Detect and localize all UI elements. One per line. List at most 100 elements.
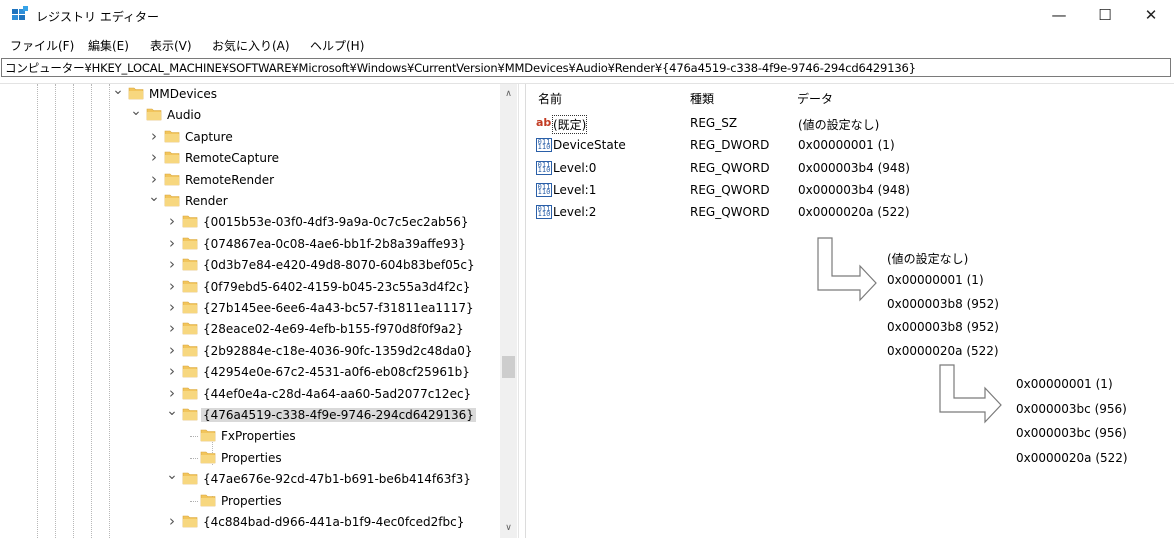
tree-item[interactable]: › {44ef0e4a-c28d-4a64-aa60-5ad2077c12ec} xyxy=(0,384,500,405)
annotation-value: 0x000003bc (956) xyxy=(1016,426,1127,440)
menu-help[interactable]: ヘルプ(H) xyxy=(310,37,364,54)
folder-icon xyxy=(182,301,198,314)
scroll-up-button[interactable]: ∧ xyxy=(500,86,517,103)
tree-item[interactable]: FxProperties xyxy=(0,426,500,447)
folder-icon xyxy=(182,472,198,485)
menu-file[interactable]: ファイル(F) xyxy=(10,37,74,54)
collapse-chevron-icon[interactable]: ⌄ xyxy=(130,104,142,126)
value-row[interactable]: 011 110 Level:0 REG_QWORD 0x000003b4 (948) xyxy=(530,158,1170,180)
tree-item-label: Render xyxy=(185,194,228,208)
value-name: Level:1 xyxy=(553,182,597,197)
annotation-value: 0x0000020a (522) xyxy=(1016,450,1128,465)
folder-icon xyxy=(146,109,162,121)
arrow-1 xyxy=(817,237,877,302)
expand-chevron-icon[interactable]: › xyxy=(166,319,178,340)
tree-item[interactable]: › {0015b53e-03f0-4df3-9a9a-0c7c5ec2ab56} xyxy=(0,212,500,233)
value-data: (値の設定なし) xyxy=(798,118,880,132)
collapse-chevron-icon[interactable]: ⌄ xyxy=(112,84,124,105)
tree-scrollbar[interactable]: ∧ ∨ xyxy=(500,84,517,538)
expand-chevron-icon[interactable]: › xyxy=(166,384,178,405)
expand-chevron-icon[interactable]: › xyxy=(148,148,160,169)
annotation-value: (値の設定なし) xyxy=(887,252,969,266)
value-name: DeviceState xyxy=(553,138,626,153)
maximize-button[interactable]: ☐ xyxy=(1082,0,1128,32)
tree-item-label: {42954e0e-67c2-4531-a0f6-eb08cf25961b} xyxy=(203,365,470,380)
tree-item[interactable]: › {27b145ee-6ee6-4a43-bc57-f31811ea1117} xyxy=(0,298,500,319)
expand-chevron-icon[interactable]: › xyxy=(166,234,178,255)
tree-item[interactable]: › {28eace02-4e69-4efb-b155-f970d8f0f9a2} xyxy=(0,319,500,340)
scroll-thumb[interactable] xyxy=(502,356,515,378)
column-header-name[interactable]: 名前 xyxy=(538,90,562,107)
tree-item-label: RemoteRender xyxy=(185,172,275,187)
collapse-chevron-icon[interactable]: ⌄ xyxy=(166,404,178,426)
menu-view[interactable]: 表示(V) xyxy=(150,37,192,54)
window-title: レジストリ エディター xyxy=(36,10,159,24)
expand-chevron-icon[interactable]: › xyxy=(148,170,160,191)
value-type: REG_QWORD xyxy=(690,182,770,197)
tree-item[interactable]: Properties xyxy=(0,448,500,469)
tree-item[interactable]: › {074867ea-0c08-4ae6-bb1f-2b8a39affe93} xyxy=(0,234,500,255)
expand-chevron-icon[interactable]: › xyxy=(166,362,178,383)
address-path: コンピューター¥HKEY_LOCAL_MACHINE¥SOFTWARE¥Micr… xyxy=(5,61,916,75)
expand-chevron-icon[interactable]: › xyxy=(166,341,178,362)
value-name: Level:2 xyxy=(553,205,597,220)
tree-item-label: RemoteCapture xyxy=(185,151,280,166)
tree-item[interactable]: ⌄ Render xyxy=(0,190,500,212)
tree-item[interactable]: ⌄ Audio xyxy=(0,104,500,126)
expand-chevron-icon[interactable]: › xyxy=(166,212,178,233)
expand-chevron-icon[interactable]: › xyxy=(166,255,178,276)
tree-item-label: {0d3b7e84-e420-49d8-8070-604b83bef05c} xyxy=(203,258,475,273)
value-row[interactable]: 011 110 DeviceState REG_DWORD 0x00000001 (1) xyxy=(530,135,1170,157)
folder-icon xyxy=(182,280,198,292)
tree-item-label: {27b145ee-6ee6-4a43-bc57-f31811ea1117} xyxy=(203,301,474,315)
value-data: 0x000003b4 (948) xyxy=(798,182,910,197)
tree-item-label: {0f79ebd5-6402-4159-b045-23c55a3d4f2c} xyxy=(203,279,471,294)
column-header-type[interactable]: 種類 xyxy=(690,90,714,107)
folder-icon xyxy=(164,130,180,143)
folder-icon xyxy=(164,194,180,207)
tree-item-label: {4c884bad-d966-441a-b1f9-4ec0fced2fbc} xyxy=(203,515,465,529)
expand-chevron-icon[interactable]: › xyxy=(148,127,160,148)
tree-item[interactable]: › {0f79ebd5-6402-4159-b045-23c55a3d4f2c} xyxy=(0,277,500,298)
pane-splitter[interactable] xyxy=(518,84,526,538)
tree-item[interactable]: › {42954e0e-67c2-4531-a0f6-eb08cf25961b} xyxy=(0,362,500,383)
close-button[interactable]: ✕ xyxy=(1128,0,1174,32)
annotation-value: 0x000003bc (956) xyxy=(1016,401,1127,416)
address-bar[interactable]: コンピューター¥HKEY_LOCAL_MACHINE¥SOFTWARE¥Micr… xyxy=(1,58,1171,77)
folder-icon xyxy=(200,494,216,506)
expand-chevron-icon[interactable]: › xyxy=(166,277,178,298)
menu-edit[interactable]: 編集(E) xyxy=(88,37,129,54)
expand-chevron-icon[interactable]: › xyxy=(166,298,178,319)
tree-item[interactable]: › {2b92884e-c18e-4036-90fc-1359d2c48da0} xyxy=(0,341,500,362)
tree-item[interactable]: › RemoteRender xyxy=(0,170,500,191)
folder-icon xyxy=(182,515,198,528)
column-header-data[interactable]: データ xyxy=(797,90,833,107)
folder-icon xyxy=(164,151,180,164)
menu-favorites[interactable]: お気に入り(A) xyxy=(212,37,290,54)
collapse-chevron-icon[interactable]: ⌄ xyxy=(148,190,160,212)
scroll-down-button[interactable]: ∨ xyxy=(500,520,517,537)
folder-icon xyxy=(200,430,216,442)
value-row[interactable]: 011 110 Level:1 REG_QWORD 0x000003b4 (948) xyxy=(530,180,1170,202)
value-type: REG_SZ xyxy=(690,116,738,130)
string-value-icon: ab xyxy=(536,116,552,129)
key-tree[interactable]: ⌄ MMDevices ⌄ Audio › Capture › RemoteCapture › R… xyxy=(0,84,516,538)
tree-item[interactable]: › RemoteCapture xyxy=(0,148,500,169)
tree-item[interactable]: › {4c884bad-d966-441a-b1f9-4ec0fced2fbc} xyxy=(0,512,500,533)
tree-item[interactable]: ⌄ {476a4519-c338-4f9e-9746-294cd6429136} xyxy=(0,404,500,426)
tree-item[interactable]: Properties xyxy=(0,491,500,512)
collapse-chevron-icon[interactable]: ⌄ xyxy=(166,468,178,490)
tree-item-label: {2b92884e-c18e-4036-90fc-1359d2c48da0} xyxy=(203,343,473,358)
value-row[interactable]: ab (既定) REG_SZ (値の設定なし) xyxy=(530,113,1170,135)
tree-item[interactable]: ⌄ MMDevices xyxy=(0,84,500,105)
tree-item[interactable]: › Capture xyxy=(0,127,500,148)
expand-chevron-icon[interactable]: › xyxy=(166,512,178,533)
tree-item[interactable]: ⌄ {47ae676e-92cd-47b1-b691-be6b414f63f3} xyxy=(0,468,500,490)
tree-connector xyxy=(190,500,198,502)
binary-value-icon: 011 110 xyxy=(536,205,552,220)
value-row[interactable]: 011 110 Level:2 REG_QWORD 0x0000020a (522) xyxy=(530,202,1170,224)
tree-item-label: FxProperties xyxy=(221,429,296,444)
tree-item-label: {44ef0e4a-c28d-4a64-aa60-5ad2077c12ec} xyxy=(203,386,472,401)
minimize-button[interactable]: — xyxy=(1036,0,1082,32)
tree-item[interactable]: › {0d3b7e84-e420-49d8-8070-604b83bef05c} xyxy=(0,255,500,276)
